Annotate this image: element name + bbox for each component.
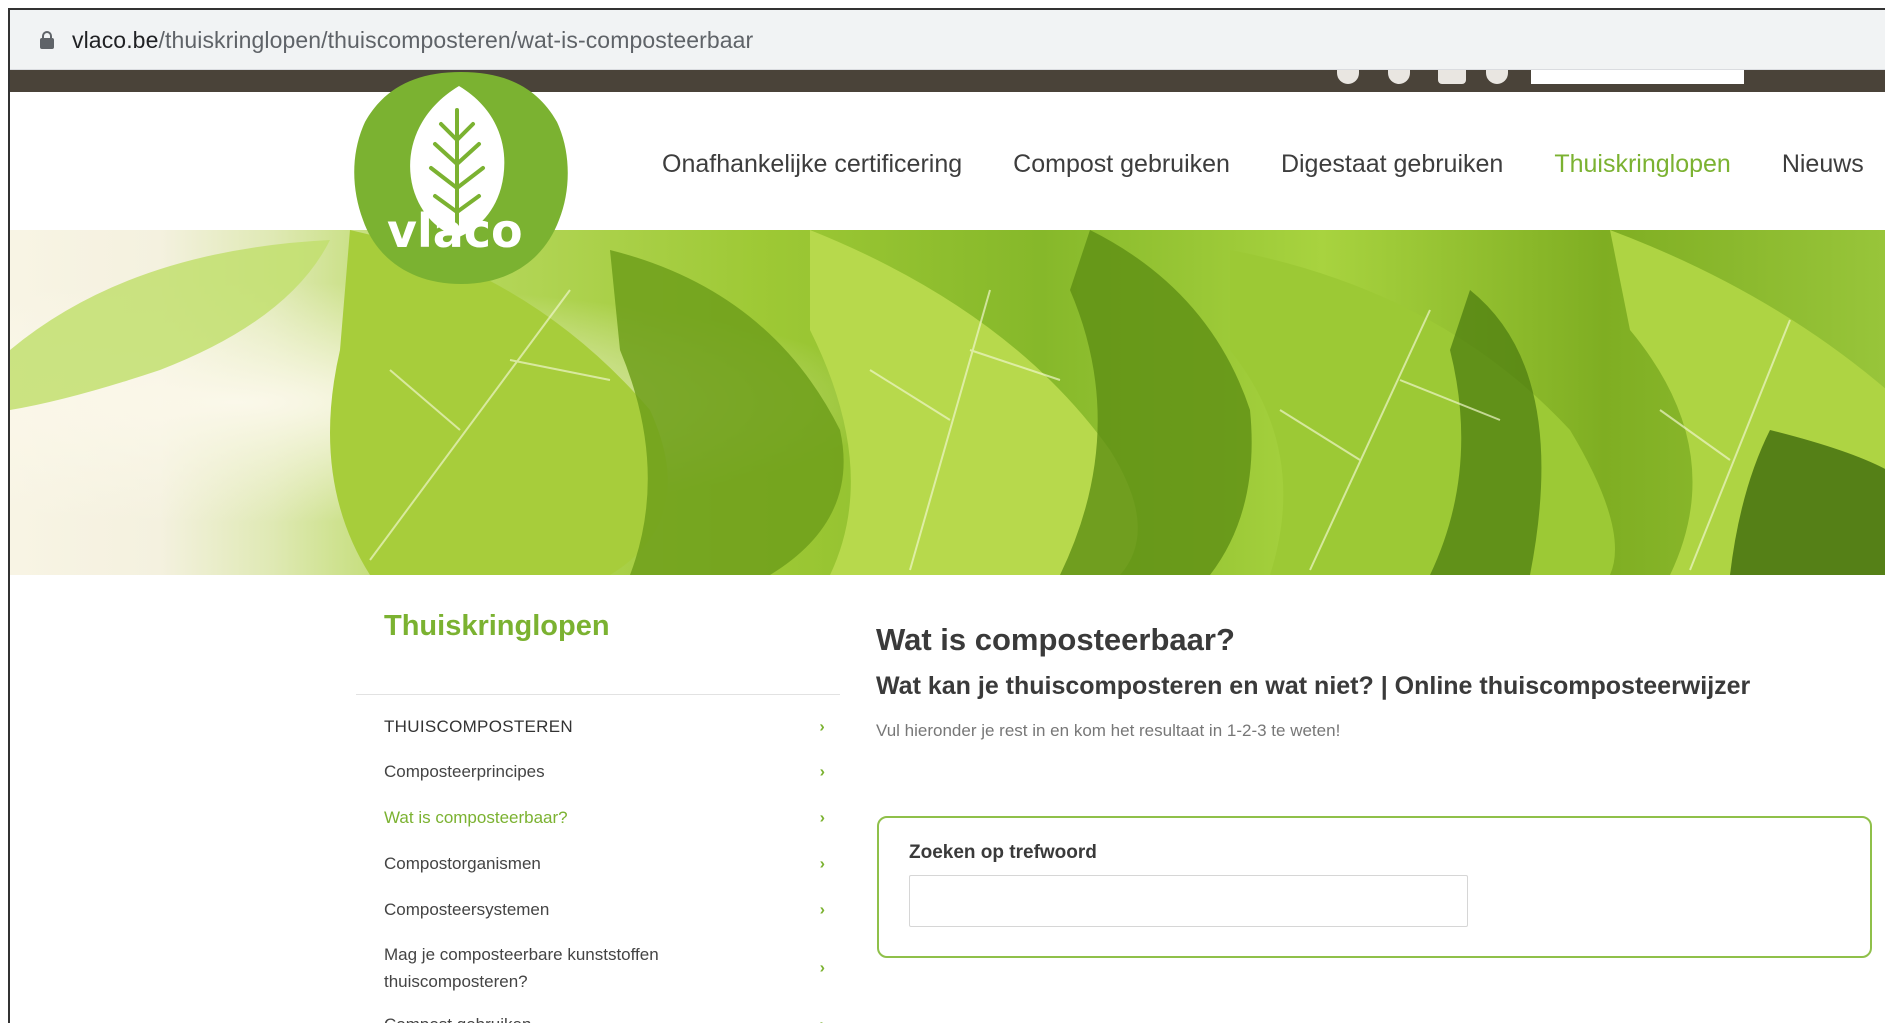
sidebar-item-composteersystemen[interactable]: Composteersystemen › xyxy=(356,896,840,923)
site-header: Onafhankelijke certificering Compost geb… xyxy=(10,92,1885,230)
leaves-image xyxy=(10,230,1885,575)
sidebar-item-label: Mag je composteerbare kunststoffen thuis… xyxy=(384,945,659,991)
sidebar-item-label: Wat is composteerbaar? xyxy=(384,808,568,827)
logo-text: vlaco xyxy=(387,204,523,258)
chevron-right-icon: › xyxy=(819,718,825,735)
nav-item-thuiskringlopen[interactable]: Thuiskringlopen xyxy=(1554,150,1731,179)
sidebar-item-composteerprincipes[interactable]: Composteerprincipes › xyxy=(356,758,840,785)
nav-item-certificering[interactable]: Onafhankelijke certificering xyxy=(662,150,962,179)
sidebar: Thuiskringlopen THUISCOMPOSTEREN › Compos… xyxy=(356,610,840,1023)
sidebar-item-label: THUISCOMPOSTEREN xyxy=(384,717,573,736)
chevron-right-icon: › xyxy=(819,763,825,780)
mail-icon[interactable] xyxy=(1438,70,1466,84)
chevron-right-icon: › xyxy=(820,1011,825,1023)
url-field[interactable]: vlaco.be/thuiskringlopen/thuiscompostere… xyxy=(18,18,1885,62)
site-topbar xyxy=(10,70,1885,92)
chevron-right-icon: › xyxy=(819,809,825,826)
url-path: /thuiskringlopen/thuiscomposteren/wat-is… xyxy=(158,26,754,53)
sidebar-title: Thuiskringlopen xyxy=(384,610,610,642)
sidebar-item-label: Composteerprincipes xyxy=(384,762,545,781)
address-bar: vlaco.be/thuiskringlopen/thuiscompostere… xyxy=(10,10,1885,70)
sidebar-menu: THUISCOMPOSTEREN › Composteerprincipes › W… xyxy=(356,713,840,1023)
vlaco-logo[interactable]: vlaco xyxy=(349,70,574,295)
top-search-input[interactable] xyxy=(1531,70,1744,84)
sidebar-item-wat-is-composteerbaar[interactable]: Wat is composteerbaar? › xyxy=(356,804,840,831)
page-title: Wat is composteerbaar? xyxy=(876,622,1235,657)
url-text[interactable]: vlaco.be/thuiskringlopen/thuiscompostere… xyxy=(72,27,753,54)
chevron-right-icon: › xyxy=(819,959,825,977)
main-content: Wat is composteerbaar? Wat kan je thuisc… xyxy=(876,622,1876,741)
sidebar-item-kunststoffen[interactable]: Mag je composteerbare kunststoffen thuis… xyxy=(356,941,840,995)
main-navigation: Onafhankelijke certificering Compost geb… xyxy=(662,150,1885,179)
sidebar-item-label: Composteersystemen xyxy=(384,900,550,919)
nav-item-digestaat[interactable]: Digestaat gebruiken xyxy=(1281,150,1503,179)
hero-banner xyxy=(10,230,1885,575)
search-label: Zoeken op trefwoord xyxy=(909,842,1097,863)
chevron-right-icon: › xyxy=(819,855,825,872)
page-subtitle: Wat kan je thuiscomposteren en wat niet?… xyxy=(876,672,1751,700)
logo-graphic xyxy=(354,72,568,284)
sidebar-item-label: Compostorganismen xyxy=(384,854,541,873)
sidebar-item-compostorganismen[interactable]: Compostorganismen › xyxy=(356,850,840,877)
sidebar-divider xyxy=(356,694,840,695)
chevron-right-icon: › xyxy=(819,901,825,918)
url-host: vlaco.be xyxy=(72,26,159,53)
keyword-search-input[interactable] xyxy=(909,875,1468,927)
social-icon[interactable] xyxy=(1388,70,1410,84)
sidebar-item-thuiscomposteren[interactable]: THUISCOMPOSTEREN › xyxy=(356,713,840,740)
social-icon[interactable] xyxy=(1486,70,1508,84)
sidebar-item-label: Compost gebruiken xyxy=(384,1015,531,1023)
sidebar-item-compost-gebruiken[interactable]: Compost gebruiken › xyxy=(356,1011,840,1023)
browser-window: vlaco.be/thuiskringlopen/thuiscompostere… xyxy=(8,8,1885,1023)
lock-icon[interactable] xyxy=(40,31,54,49)
nav-item-nieuws[interactable]: Nieuws xyxy=(1782,150,1864,179)
intro-text: Vul hieronder je rest in en kom het resu… xyxy=(876,721,1341,740)
keyword-search-panel: Zoeken op trefwoord xyxy=(877,816,1872,958)
nav-item-compost-gebruiken[interactable]: Compost gebruiken xyxy=(1013,150,1230,179)
social-icon[interactable] xyxy=(1337,70,1359,84)
